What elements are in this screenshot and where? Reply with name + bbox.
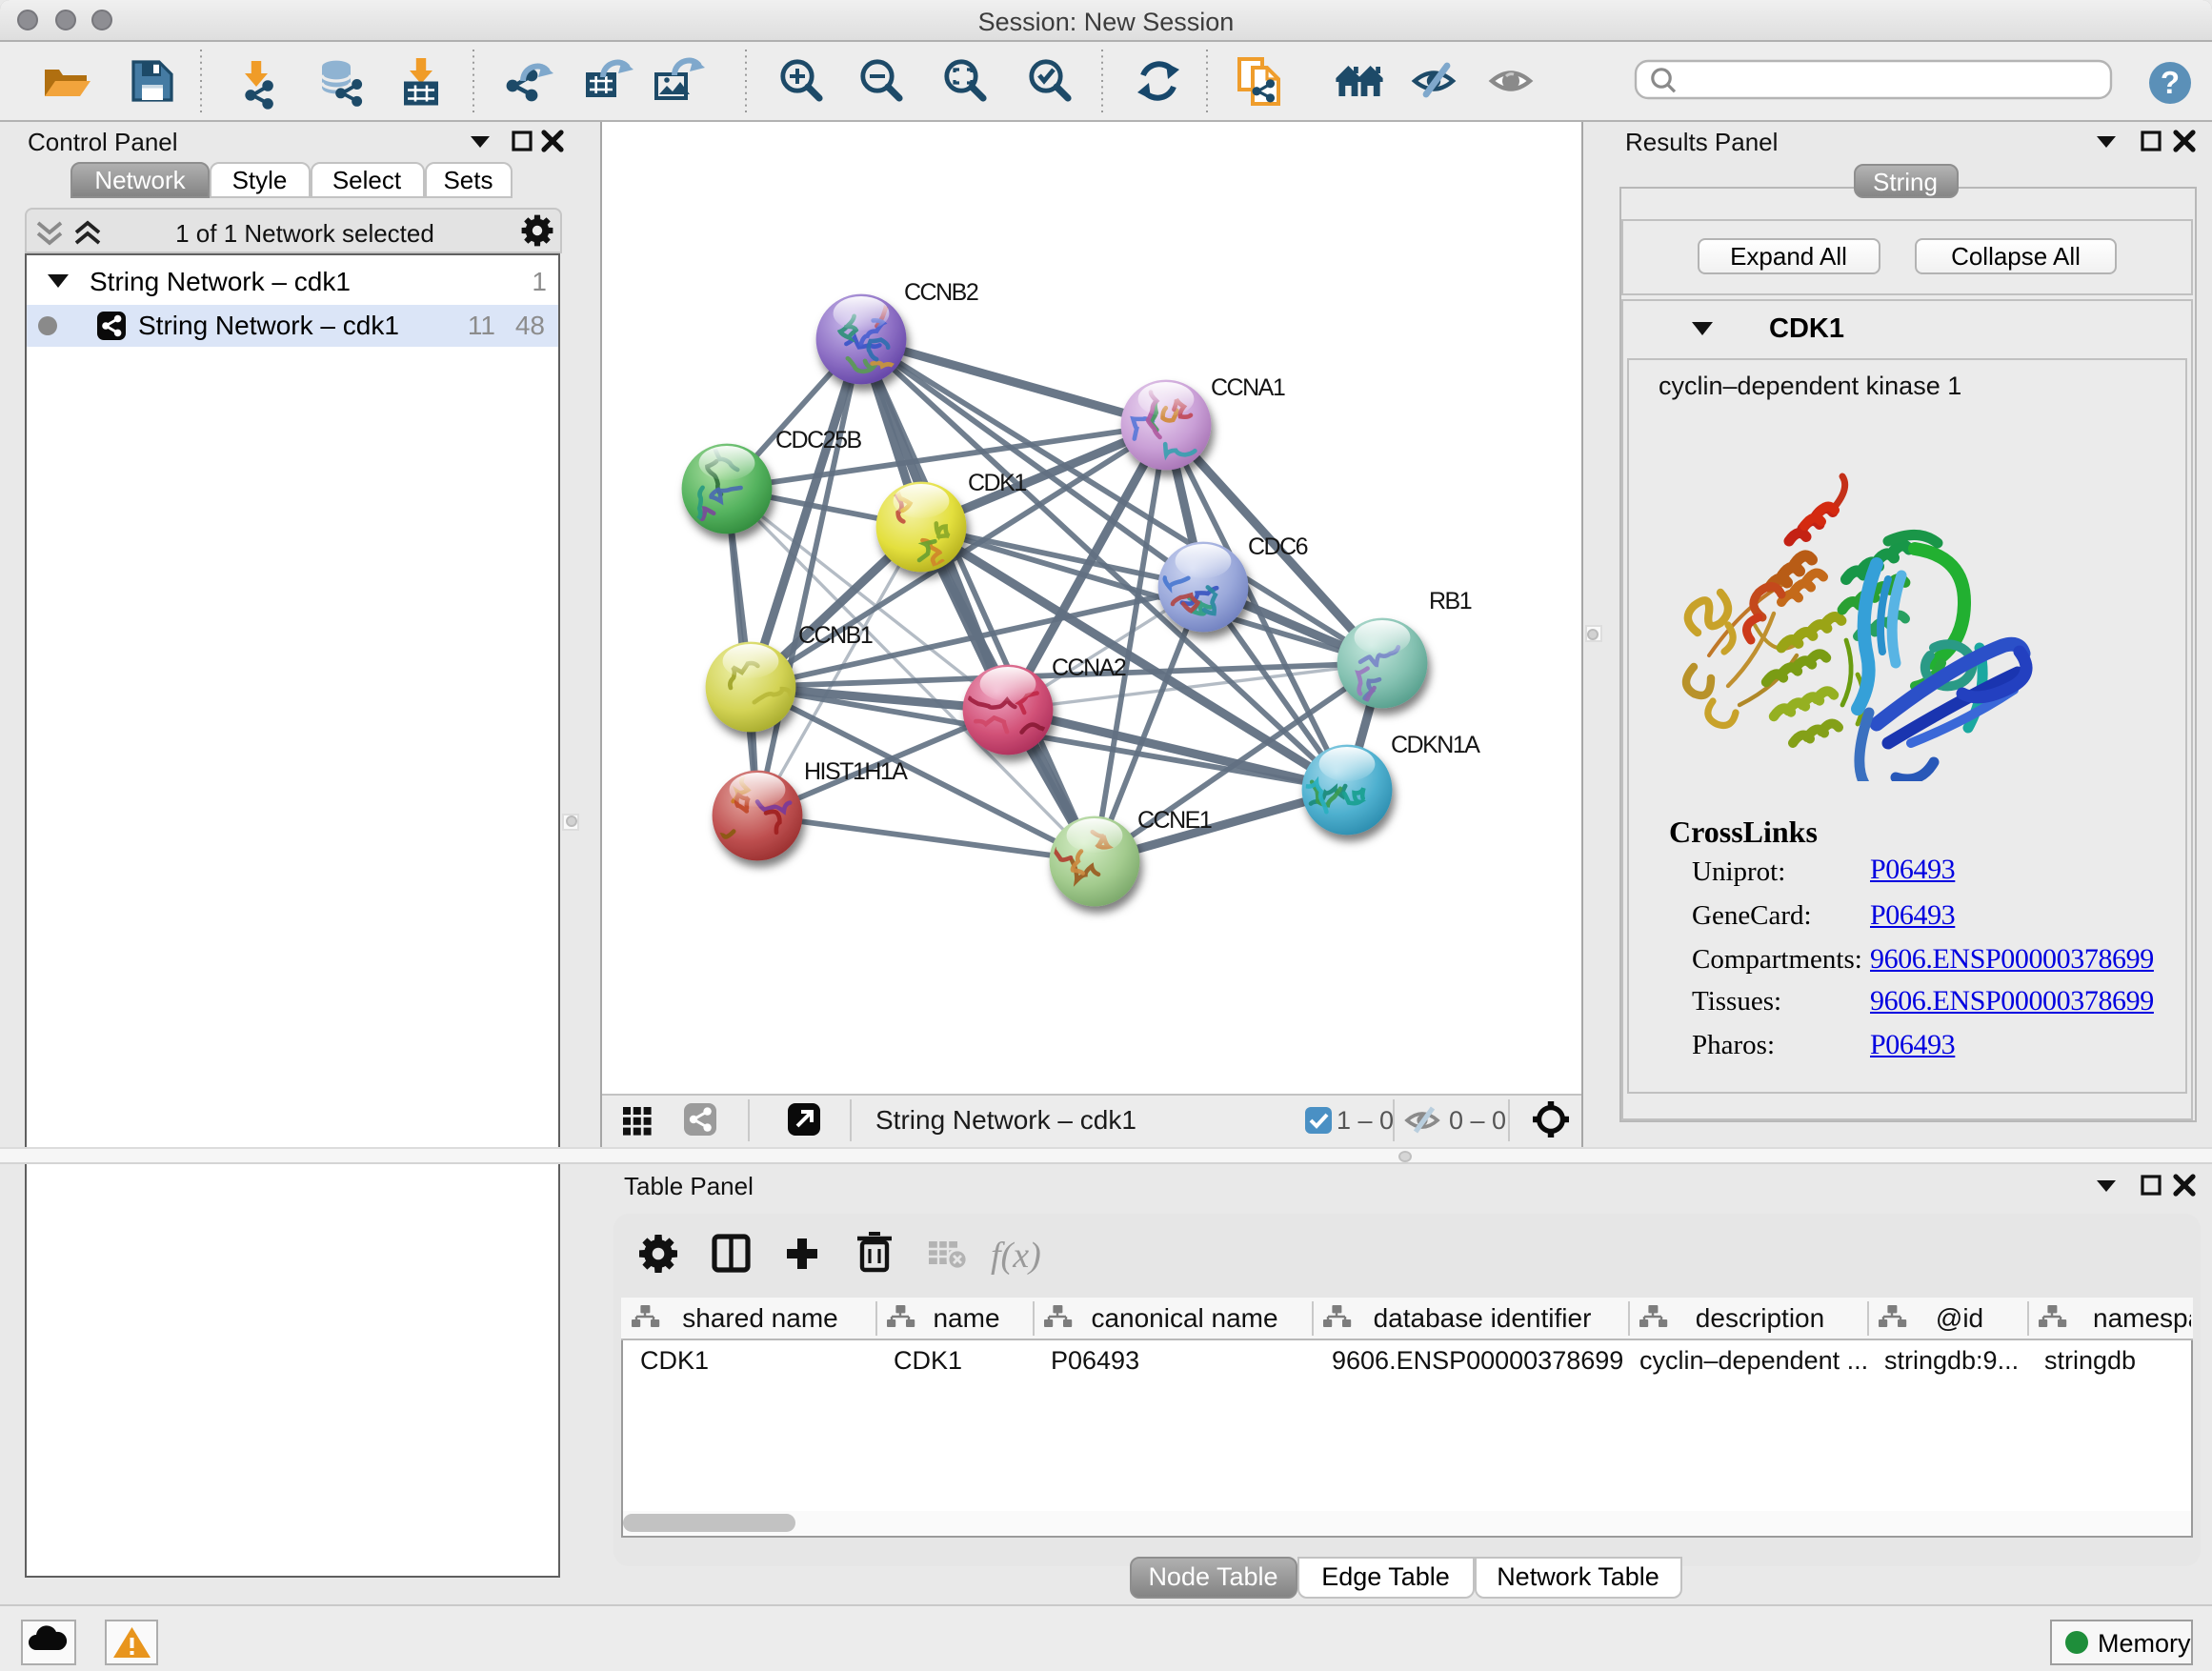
svg-text:CDC25B: CDC25B bbox=[775, 426, 861, 453]
svg-text:CCNA1: CCNA1 bbox=[1211, 373, 1285, 400]
svg-text:stringdb:9...: stringdb:9... bbox=[1884, 1346, 2019, 1375]
svg-text:CDK1: CDK1 bbox=[640, 1346, 709, 1375]
svg-text:CDKN1A: CDKN1A bbox=[1391, 731, 1480, 757]
svg-text:CDK1: CDK1 bbox=[1769, 313, 1844, 344]
svg-text:11: 11 bbox=[468, 310, 495, 339]
svg-text:?: ? bbox=[2161, 65, 2180, 100]
svg-text:shared name: shared name bbox=[682, 1303, 837, 1333]
svg-text:CCNE1: CCNE1 bbox=[1137, 806, 1212, 833]
svg-text:48: 48 bbox=[515, 310, 545, 339]
svg-text:CCNB2: CCNB2 bbox=[904, 278, 978, 305]
svg-text:CDK1: CDK1 bbox=[894, 1346, 962, 1375]
svg-text:String Network – cdk1: String Network – cdk1 bbox=[138, 310, 399, 339]
svg-text:String Network – cdk1: String Network – cdk1 bbox=[875, 1105, 1136, 1135]
svg-text:canonical name: canonical name bbox=[1091, 1303, 1277, 1333]
svg-text:0 – 0: 0 – 0 bbox=[1449, 1106, 1506, 1135]
svg-text:CDK1: CDK1 bbox=[968, 469, 1026, 495]
svg-text:database identifier: database identifier bbox=[1374, 1303, 1592, 1333]
svg-text:stringdb: stringdb bbox=[2044, 1346, 2136, 1375]
svg-text:RB1: RB1 bbox=[1429, 587, 1472, 614]
svg-text:CCNB1: CCNB1 bbox=[798, 621, 873, 648]
svg-text:namespace: namespace bbox=[2093, 1303, 2193, 1333]
svg-text:name: name bbox=[933, 1303, 999, 1333]
svg-text:P06493: P06493 bbox=[1051, 1346, 1139, 1375]
svg-text:1 – 0: 1 – 0 bbox=[1337, 1106, 1394, 1135]
svg-text:@id: @id bbox=[1936, 1303, 1983, 1333]
svg-text:description: description bbox=[1696, 1303, 1824, 1333]
svg-text:CDC6: CDC6 bbox=[1248, 533, 1308, 559]
svg-text:CCNA2: CCNA2 bbox=[1052, 654, 1126, 680]
svg-text:String Network – cdk1: String Network – cdk1 bbox=[90, 266, 351, 295]
svg-text:1: 1 bbox=[532, 266, 547, 295]
svg-text:HIST1H1A: HIST1H1A bbox=[804, 757, 908, 784]
svg-text:9606.ENSP00000378699: 9606.ENSP00000378699 bbox=[1332, 1346, 1623, 1375]
svg-text:f(x): f(x) bbox=[990, 1235, 1040, 1275]
svg-text:cyclin–dependent ...: cyclin–dependent ... bbox=[1639, 1346, 1868, 1375]
